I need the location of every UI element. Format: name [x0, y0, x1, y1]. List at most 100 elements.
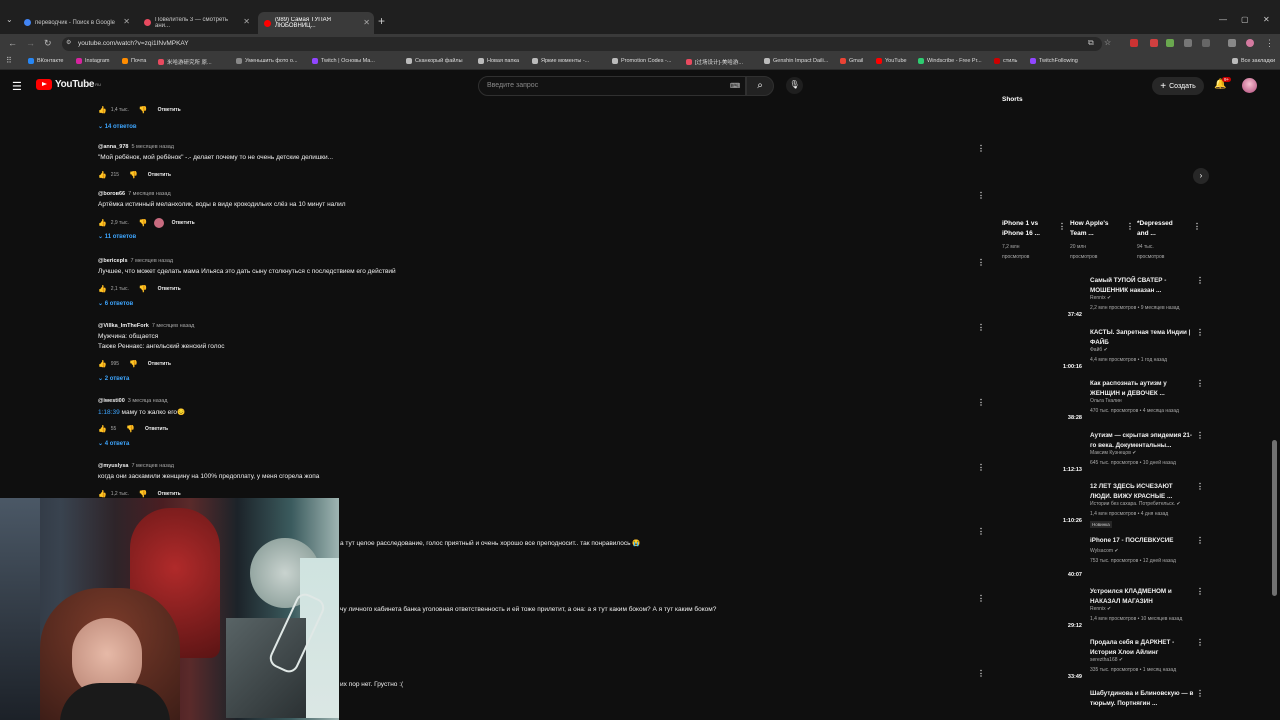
reply-button[interactable]: Ответить: [148, 361, 171, 367]
video-menu-icon[interactable]: ⋮: [1196, 689, 1204, 698]
video-menu-icon[interactable]: ⋮: [1196, 536, 1204, 545]
comment-menu-icon[interactable]: ⋮: [977, 144, 985, 153]
comment-author[interactable]: @iwesti00 3 месяца назад: [98, 398, 167, 404]
comment-author[interactable]: @anna_978 5 месяцев назад: [98, 144, 174, 150]
video-title[interactable]: 12 ЛЕТ ЗДЕСЬ ИСЧЕЗАЮТ ЛЮДИ. ВИЖУ КРАСНЫЕ…: [1090, 482, 1194, 502]
close-tab-icon[interactable]: ✕: [243, 17, 250, 26]
comment-menu-icon[interactable]: ⋮: [977, 527, 985, 536]
search-button[interactable]: ⌕: [746, 76, 774, 96]
bookmark-item[interactable]: Twitch | Основы Ма...: [312, 58, 375, 64]
extension-icon[interactable]: [1166, 39, 1174, 47]
video-title[interactable]: КАСТЫ. Запретная тема Индии | ФАЙБ: [1090, 328, 1194, 348]
bookmark-item[interactable]: Почта: [122, 58, 146, 64]
short-menu-icon[interactable]: ⋮: [1193, 222, 1201, 231]
hamburger-menu-icon[interactable]: ☰: [12, 80, 22, 93]
like-icon[interactable]: 👍: [98, 171, 107, 179]
reply-button[interactable]: Ответить: [158, 107, 181, 113]
dislike-icon[interactable]: 👎: [139, 490, 148, 498]
short-title-line1[interactable]: How Apple's: [1070, 219, 1109, 229]
comment-menu-icon[interactable]: ⋮: [977, 191, 985, 200]
youtube-logo[interactable]: YouTube RU: [36, 79, 101, 90]
bookmark-item[interactable]: ВКонтакте: [28, 58, 63, 64]
bookmark-item[interactable]: Windscribe - Free Pr...: [918, 58, 982, 64]
like-icon[interactable]: 👍: [98, 106, 107, 114]
comment-author[interactable]: @Villka_ImTheFork 7 месяцев назад: [98, 323, 194, 329]
reload-icon[interactable]: ↻: [44, 38, 52, 49]
comment-menu-icon[interactable]: ⋮: [977, 323, 985, 332]
browser-menu-icon[interactable]: ⋮: [1265, 38, 1274, 49]
comment-author[interactable]: @boroв66 7 месяцев назад: [98, 191, 171, 197]
author-handle[interactable]: @myuslysa: [98, 463, 128, 469]
video-title[interactable]: iPhone 17 - ПОСЛЕВКУСИЕ: [1090, 536, 1194, 546]
comment-menu-icon[interactable]: ⋮: [977, 669, 985, 678]
bookmark-item[interactable]: YouTube: [876, 58, 907, 64]
replies-toggle[interactable]: ⌄ 11 ответов: [98, 233, 136, 240]
reply-button[interactable]: Ответить: [145, 426, 168, 432]
new-tab-button[interactable]: +: [378, 14, 385, 28]
bookmark-star-icon[interactable]: ☆: [1104, 38, 1111, 47]
video-channel[interactable]: Максим Кузнецов ✔: [1090, 450, 1136, 456]
video-menu-icon[interactable]: ⋮: [1196, 276, 1204, 285]
author-handle[interactable]: @boroв66: [98, 191, 125, 197]
like-icon[interactable]: 👍: [98, 425, 107, 433]
dislike-icon[interactable]: 👎: [139, 219, 148, 227]
site-info-icon[interactable]: ⚙: [66, 39, 71, 46]
keyboard-icon[interactable]: ⌨: [730, 82, 740, 90]
voice-search-button[interactable]: 🎙: [786, 77, 803, 94]
bookmark-item[interactable]: Genshin Impact Daili...: [764, 58, 828, 64]
bookmark-item[interactable]: Promotion Codes -...: [612, 58, 671, 64]
bookmark-item[interactable]: Уменьшить фото о...: [236, 58, 298, 64]
tab-anime[interactable]: Повелитель 3 — смотреть ани... ✕: [138, 14, 254, 31]
like-icon[interactable]: 👍: [98, 219, 107, 227]
dislike-icon[interactable]: 👎: [129, 360, 138, 368]
bookmark-item[interactable]: 米哈游研究所 原...: [158, 58, 212, 66]
minimize-icon[interactable]: —: [1219, 15, 1227, 24]
video-channel[interactable]: Wylsacom ✔: [1090, 548, 1119, 554]
video-channel[interactable]: Файб ✔: [1090, 347, 1108, 353]
short-menu-icon[interactable]: ⋮: [1058, 222, 1066, 231]
tab-google[interactable]: переводчик - Поиск в Google ✕: [18, 14, 134, 31]
maximize-icon[interactable]: ▢: [1241, 15, 1249, 24]
install-icon[interactable]: ⧉: [1088, 38, 1094, 48]
replies-toggle[interactable]: ⌄ 2 ответа: [98, 375, 129, 382]
comment-menu-icon[interactable]: ⋮: [977, 463, 985, 472]
tab-youtube[interactable]: (989) Самая ТУПАЯ ЛЮБОВНИЦ... ✕: [258, 12, 374, 34]
short-title-line2[interactable]: Team ...: [1070, 229, 1094, 239]
comment-menu-icon[interactable]: ⋮: [977, 594, 985, 603]
timestamp-link[interactable]: 1:18:39: [98, 409, 120, 416]
dislike-icon[interactable]: 👎: [129, 171, 138, 179]
video-title[interactable]: Как распознать аутизм у ЖЕНЩИН и ДЕВОЧЕК…: [1090, 379, 1194, 399]
video-title[interactable]: Устроился КЛАДМЕНОМ и НАКАЗАЛ МАГАЗИН: [1090, 587, 1194, 607]
author-handle[interactable]: @bericepls: [98, 258, 128, 264]
reply-button[interactable]: Ответить: [148, 172, 171, 178]
comment-menu-icon[interactable]: ⋮: [977, 258, 985, 267]
video-channel[interactable]: Ольга Ткалин: [1090, 398, 1122, 404]
video-menu-icon[interactable]: ⋮: [1196, 379, 1204, 388]
bookmark-item[interactable]: Instagram: [76, 58, 109, 64]
close-tab-icon[interactable]: ✕: [363, 18, 370, 27]
short-title-line1[interactable]: *Depressed: [1137, 219, 1173, 229]
dislike-icon[interactable]: 👎: [139, 285, 148, 293]
video-title[interactable]: Продала себя в ДАРКНЕТ - История Хлои Ай…: [1090, 638, 1194, 658]
reply-button[interactable]: Ответить: [158, 491, 181, 497]
comment-author[interactable]: @myuslysa 7 месяцев назад: [98, 463, 174, 469]
video-channel[interactable]: Истории без сахара. Потребительск. ✔: [1090, 501, 1181, 507]
replies-toggle[interactable]: ⌄ 14 ответов: [98, 123, 137, 130]
like-icon[interactable]: 👍: [98, 360, 107, 368]
comment-menu-icon[interactable]: ⋮: [977, 398, 985, 407]
account-avatar[interactable]: [1242, 78, 1257, 93]
video-menu-icon[interactable]: ⋮: [1196, 638, 1204, 647]
replies-toggle[interactable]: ⌄ 4 ответа: [98, 440, 129, 447]
bookmark-item[interactable]: Сканкорый файлы: [406, 58, 463, 64]
video-title[interactable]: Аутизм — скрытая эпидемия 21-го века. До…: [1090, 431, 1194, 451]
search-input[interactable]: Введите запрос: [478, 76, 746, 96]
all-bookmarks-button[interactable]: Все закладки: [1232, 58, 1275, 64]
bookmark-item[interactable]: Gmail: [840, 58, 863, 64]
video-menu-icon[interactable]: ⋮: [1196, 328, 1204, 337]
author-handle[interactable]: @Villka_ImTheFork: [98, 323, 149, 329]
video-title[interactable]: Самый ТУПОЙ СВАТЕР - МОШЕННИК наказан ..…: [1090, 276, 1194, 296]
video-menu-icon[interactable]: ⋮: [1196, 431, 1204, 440]
extension-icon[interactable]: [1184, 39, 1192, 47]
video-channel[interactable]: sereztha168 ✔: [1090, 657, 1123, 663]
video-channel[interactable]: Rennix ✔: [1090, 606, 1111, 612]
